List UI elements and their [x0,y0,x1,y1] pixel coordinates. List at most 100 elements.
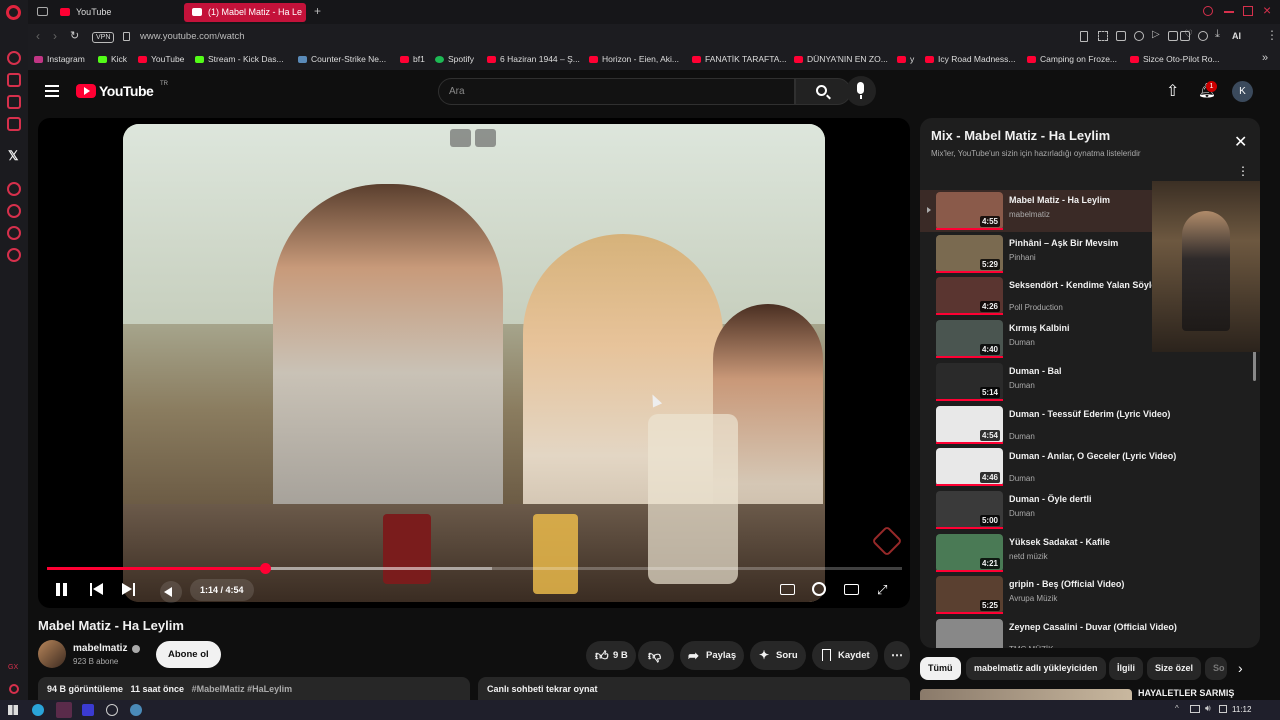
bookmark-item[interactable]: 6 Haziran 1944 – Ş... [487,54,580,64]
miniplayer-icon[interactable] [450,129,471,147]
new-tab-button[interactable]: + [314,4,321,18]
bookmark-item[interactable]: bf1 [400,54,425,64]
bookmark-item[interactable]: Stream - Kick Das... [195,54,284,64]
chat-replay-box[interactable]: Canlı sohbeti tekrar oynat [478,677,910,700]
chip-all[interactable]: Tümü [920,657,961,680]
minimize-button[interactable] [1224,11,1234,13]
bookmark-item[interactable]: YouTube [138,54,184,64]
ask-button[interactable]: ✦ Soru [750,641,806,670]
bookmark-item[interactable]: Spotify [435,54,474,64]
tray-arrow-icon[interactable]: ^ [1175,704,1179,713]
player-icon[interactable]: ▷ [1152,29,1160,40]
url-field[interactable]: www.youtube.com/watch [140,31,245,42]
video-player[interactable]: 1:14 / 4:54 ⤢ [38,118,910,608]
aria-icon[interactable] [7,51,21,65]
adblock-icon[interactable] [1116,31,1126,41]
network-icon[interactable] [1190,705,1200,713]
playlist-item[interactable]: 4:54 Duman - Teessüf Ederim (Lyric Video)… [920,404,1260,446]
edge-icon[interactable] [32,704,44,716]
bookmark-pin-icon[interactable] [1080,31,1088,42]
skip-icon[interactable] [475,129,496,147]
bookmark-item[interactable]: Sizce Oto-Pilot Ro... [1130,54,1220,64]
tab-overview-icon[interactable] [37,7,48,16]
playlist-item[interactable]: 4:46 Duman - Anılar, O Geceler (Lyric Vid… [920,446,1260,488]
settings-taskbar-icon[interactable] [106,704,118,716]
bookmark-item[interactable]: FANATİK TARAFTA... [692,54,787,64]
share-icon[interactable] [1198,31,1208,41]
vpn-badge[interactable]: VPN [92,32,115,43]
opera-logo-icon[interactable] [6,5,21,20]
x-twitter-icon[interactable]: 𝕏 [8,148,18,164]
search-input[interactable]: Ara [438,78,795,105]
bookmark-item[interactable]: Counter-Strike Ne... [298,54,386,64]
playlist-item[interactable]: 5:14 Duman - Bal Duman [920,361,1260,403]
hamburger-menu-icon[interactable] [45,85,59,97]
opera-gx-taskbar-icon[interactable] [56,702,72,718]
tab-active-video[interactable]: (1) Mabel Matiz - Ha Le [184,3,306,22]
playlist-item[interactable]: Zeynep Casalini - Duvar (Official Video)… [920,617,1260,648]
search-button[interactable] [795,78,851,105]
avatar[interactable]: K [1232,81,1253,102]
ai-button[interactable]: AI [1232,31,1241,41]
menu-icon[interactable]: ⋮ [1266,28,1278,42]
save-button[interactable]: Kaydet [812,641,878,670]
chip-related[interactable]: İlgili [1109,657,1143,680]
playlist-item[interactable]: 5:25 gripin - Beş (Official Video) Avrupa … [920,574,1260,616]
voice-search-button[interactable] [846,76,876,106]
chip-for-you[interactable]: Size özel [1147,657,1202,680]
channel-avatar[interactable] [38,640,66,668]
recommended-thumbnail[interactable] [920,689,1132,700]
bookmarks-overflow-icon[interactable]: » [1262,52,1268,64]
description-box[interactable]: 94 B görüntüleme 11 saat önce #MabelMati… [38,677,470,700]
hashtags[interactable]: #MabelMatiz #HaLeylim [192,684,293,694]
subtitles-icon[interactable] [780,584,795,595]
more-actions-button[interactable]: ⋯ [884,641,910,670]
pinboard-icon[interactable] [7,226,21,240]
bookmark-item[interactable]: Instagram [34,54,85,64]
search-tabs-icon[interactable] [1203,6,1213,16]
extensions-icon[interactable] [1180,31,1190,41]
steam-icon[interactable] [130,704,142,716]
clock-icon[interactable] [1134,31,1144,41]
chip-partial[interactable]: So [1205,657,1227,680]
bookmark-item[interactable]: Camping on Froze... [1027,54,1117,64]
playlist-scrollbar[interactable] [1253,351,1256,381]
settings-gear-icon[interactable] [812,582,826,596]
language-icon[interactable] [1219,705,1227,713]
download-icon[interactable]: ⤓ [1215,28,1220,41]
playlist-item[interactable]: 5:00 Duman - Öyle dertli Duman [920,489,1260,531]
speaker-icon[interactable]: 🔊︎ [1205,703,1211,714]
playlist-item[interactable]: 4:21 Yüksek Sadakat - Kafile netd müzik [920,532,1260,574]
maximize-button[interactable] [1243,6,1253,16]
channel-name[interactable]: mabelmatiz [73,643,127,654]
instagram-icon[interactable] [7,117,21,131]
close-window-button[interactable]: × [1263,2,1271,18]
bookmark-item[interactable]: Kick [98,54,127,64]
pause-button[interactable] [56,583,68,596]
music-player-icon[interactable] [7,182,21,196]
messenger-icon[interactable] [7,73,21,87]
close-playlist-button[interactable]: ✕ [1234,132,1247,152]
tab-youtube[interactable]: YouTube [52,3,202,22]
dislike-button[interactable]: 👎︎ [638,641,674,670]
menu-dots-icon[interactable] [9,684,19,694]
bookmark-item[interactable]: DÜNYA'NIN EN ZO... [794,54,888,64]
bookmark-item[interactable]: Horizon - Eien, Aki... [589,54,679,64]
back-icon[interactable]: ‹ [36,29,40,43]
forward-icon[interactable]: › [53,29,57,43]
fullscreen-icon[interactable]: ⤢ [877,582,887,598]
previous-button[interactable] [90,583,104,596]
subscribe-button[interactable]: Abone ol [156,641,221,668]
playlist-menu-icon[interactable]: ⋮ [1237,164,1249,178]
bookmark-item[interactable]: y [897,54,914,64]
progress-track[interactable] [47,563,902,574]
next-button[interactable] [122,583,136,596]
progress-knob[interactable] [260,563,272,574]
volume-icon[interactable] [160,581,182,603]
app-taskbar-icon[interactable] [82,704,94,716]
share-button[interactable]: ➦ Paylaş [680,641,744,670]
recommended-title[interactable]: HAYALETLER SARMIŞ [1138,688,1234,698]
upload-icon[interactable]: ⇧ [1166,81,1179,101]
like-button[interactable]: 👍︎ 9 B [586,641,636,670]
windows-start-icon[interactable] [8,705,18,715]
